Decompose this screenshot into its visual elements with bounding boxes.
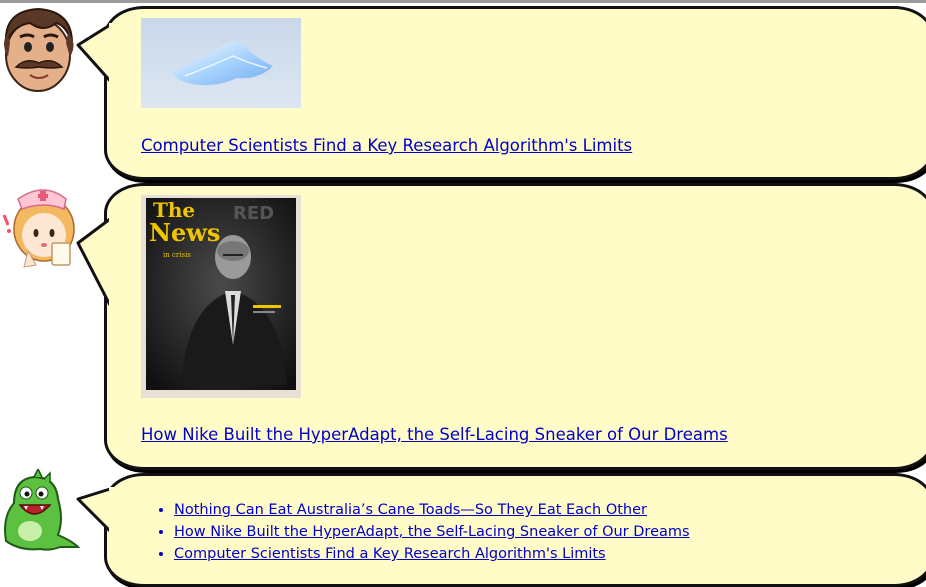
article-list: Nothing Can Eat Australia’s Cane Toads—S… — [154, 499, 690, 565]
speech-bubble-tail-2 — [76, 217, 115, 311]
speech-bubble-tail-1 — [76, 23, 115, 85]
list-article-link[interactable]: Nothing Can Eat Australia’s Cane Toads—S… — [174, 502, 647, 518]
list-item: How Nike Built the HyperAdapt, the Self-… — [174, 521, 690, 543]
cover-subtitle: in crisis — [163, 251, 191, 259]
list-item: Computer Scientists Find a Key Research … — [174, 543, 690, 565]
magazine-cover-thumbnail[interactable]: RED The News in crisis — [141, 195, 301, 398]
cover-masthead: RED — [233, 203, 274, 224]
speech-bubble-tail-3 — [76, 487, 115, 535]
list-article-link[interactable]: How Nike Built the HyperAdapt, the Self-… — [174, 524, 690, 540]
list-article-link[interactable]: Computer Scientists Find a Key Research … — [174, 546, 606, 562]
article-thumbnail-wave[interactable] — [141, 18, 301, 108]
cover-title-line2: News — [149, 218, 220, 247]
list-item: Nothing Can Eat Australia’s Cane Toads—S… — [174, 499, 690, 521]
article-link-2[interactable]: How Nike Built the HyperAdapt, the Self-… — [141, 425, 728, 444]
article-link-1[interactable]: Computer Scientists Find a Key Research … — [141, 136, 632, 155]
